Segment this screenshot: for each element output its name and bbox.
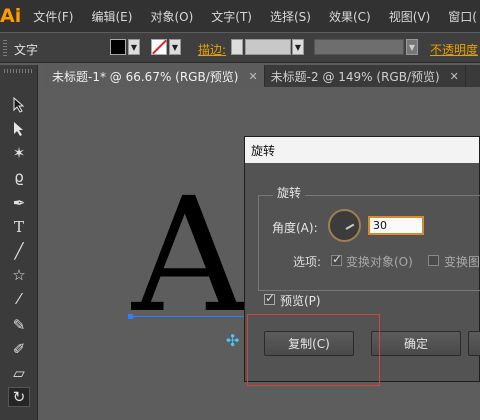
ok-button[interactable]: 确定: [371, 331, 461, 356]
profile-dropdown-icon[interactable]: ▼: [406, 39, 418, 55]
menu-window[interactable]: 窗口(: [442, 8, 480, 25]
stroke-swatch[interactable]: [151, 39, 167, 55]
rotation-origin-icon[interactable]: ✣: [226, 333, 239, 349]
control-bar: 文字 ▼ ▼ 描边: ▼ ▼ 不透明度: [0, 33, 480, 63]
selection-tool-icon[interactable]: [8, 95, 30, 115]
tab-label: 未标题-1* @ 66.67% (RGB/预览): [52, 69, 239, 84]
rotate-tool-icon[interactable]: ↻: [8, 387, 30, 407]
menu-select[interactable]: 选择(S): [264, 8, 317, 25]
angle-input[interactable]: [368, 216, 424, 235]
eraser-tool-icon[interactable]: ▱: [8, 363, 30, 383]
blob-brush-tool-icon[interactable]: ✐: [8, 339, 30, 359]
menu-bar: Ai 文件(F) 编辑(E) 对象(O) 文字(T) 选择(S) 效果(C) 视…: [0, 0, 480, 32]
angle-label: 角度(A):: [272, 221, 318, 235]
text-object[interactable]: A: [132, 177, 246, 335]
transform-patterns-label[interactable]: 变换图: [444, 253, 480, 270]
menu-view[interactable]: 视图(V): [383, 8, 437, 25]
options-label: 选项:: [293, 255, 322, 269]
transform-patterns-checkbox[interactable]: [428, 255, 439, 266]
preview-label[interactable]: 预览(P): [280, 292, 321, 309]
tab-label: 未标题-2 @ 149% (RGB/预览): [270, 69, 440, 84]
panel-grip[interactable]: [3, 40, 7, 56]
menu-type[interactable]: 文字(T): [205, 8, 258, 25]
type-tool-icon[interactable]: T: [8, 217, 30, 237]
preview-checkbox[interactable]: [264, 291, 275, 305]
dialog-title: 旋转: [245, 137, 479, 163]
panel-grip[interactable]: [4, 69, 34, 73]
close-icon[interactable]: ✕: [450, 70, 459, 83]
menu-object[interactable]: 对象(O): [144, 8, 199, 25]
cancel-button[interactable]: [468, 331, 480, 356]
paintbrush-tool-icon[interactable]: ⁄: [8, 289, 30, 309]
stroke-weight-field[interactable]: [245, 39, 291, 55]
close-icon[interactable]: ✕: [248, 70, 257, 83]
rotate-group-label: 旋转: [273, 184, 306, 201]
menu-effect[interactable]: 效果(C): [323, 8, 377, 25]
tools-panel: ✶ ϱ ✒ T ╱ ☆ ⁄ ✎ ✐ ▱ ↻: [0, 65, 38, 420]
stroke-dropdown-icon[interactable]: ▼: [169, 39, 181, 55]
star-tool-icon[interactable]: ☆: [8, 265, 30, 285]
tab-document-2[interactable]: 未标题-2 @ 149% (RGB/预览) ✕: [265, 65, 466, 87]
direct-selection-tool-icon[interactable]: [8, 119, 30, 139]
rotate-group: [258, 195, 480, 291]
pencil-tool-icon[interactable]: ✎: [8, 315, 30, 335]
transform-objects-label[interactable]: 变换对象(O): [346, 253, 413, 270]
tool-label: 文字: [14, 43, 39, 57]
transform-objects-checkbox[interactable]: [331, 252, 342, 266]
menu-file[interactable]: 文件(F): [27, 8, 79, 25]
fill-dropdown-icon[interactable]: ▼: [128, 39, 140, 55]
menu-edit[interactable]: 编辑(E): [86, 8, 139, 25]
line-tool-icon[interactable]: ╱: [8, 241, 30, 261]
baseline-anchor[interactable]: [128, 314, 133, 319]
fill-swatch[interactable]: [110, 39, 126, 55]
variable-width-profile[interactable]: [314, 39, 404, 55]
angle-dial-icon[interactable]: [328, 209, 361, 242]
text-baseline: [130, 316, 256, 317]
document-tabs: 未标题-1* @ 66.67% (RGB/预览) ✕ 未标题-2 @ 149% …: [46, 65, 480, 87]
app-logo: Ai: [0, 5, 22, 27]
stroke-weight-dropdown-icon[interactable]: ▼: [292, 39, 304, 55]
pen-tool-icon[interactable]: ✒: [8, 193, 30, 213]
opacity-label[interactable]: 不透明度: [430, 41, 478, 58]
lasso-tool-icon[interactable]: ϱ: [8, 167, 30, 187]
stroke-stepper[interactable]: [231, 39, 243, 55]
highlight-box: [247, 314, 380, 386]
stroke-label[interactable]: 描边:: [198, 41, 226, 58]
tab-document-1[interactable]: 未标题-1* @ 66.67% (RGB/预览) ✕: [46, 65, 265, 87]
magic-wand-tool-icon[interactable]: ✶: [8, 143, 30, 163]
